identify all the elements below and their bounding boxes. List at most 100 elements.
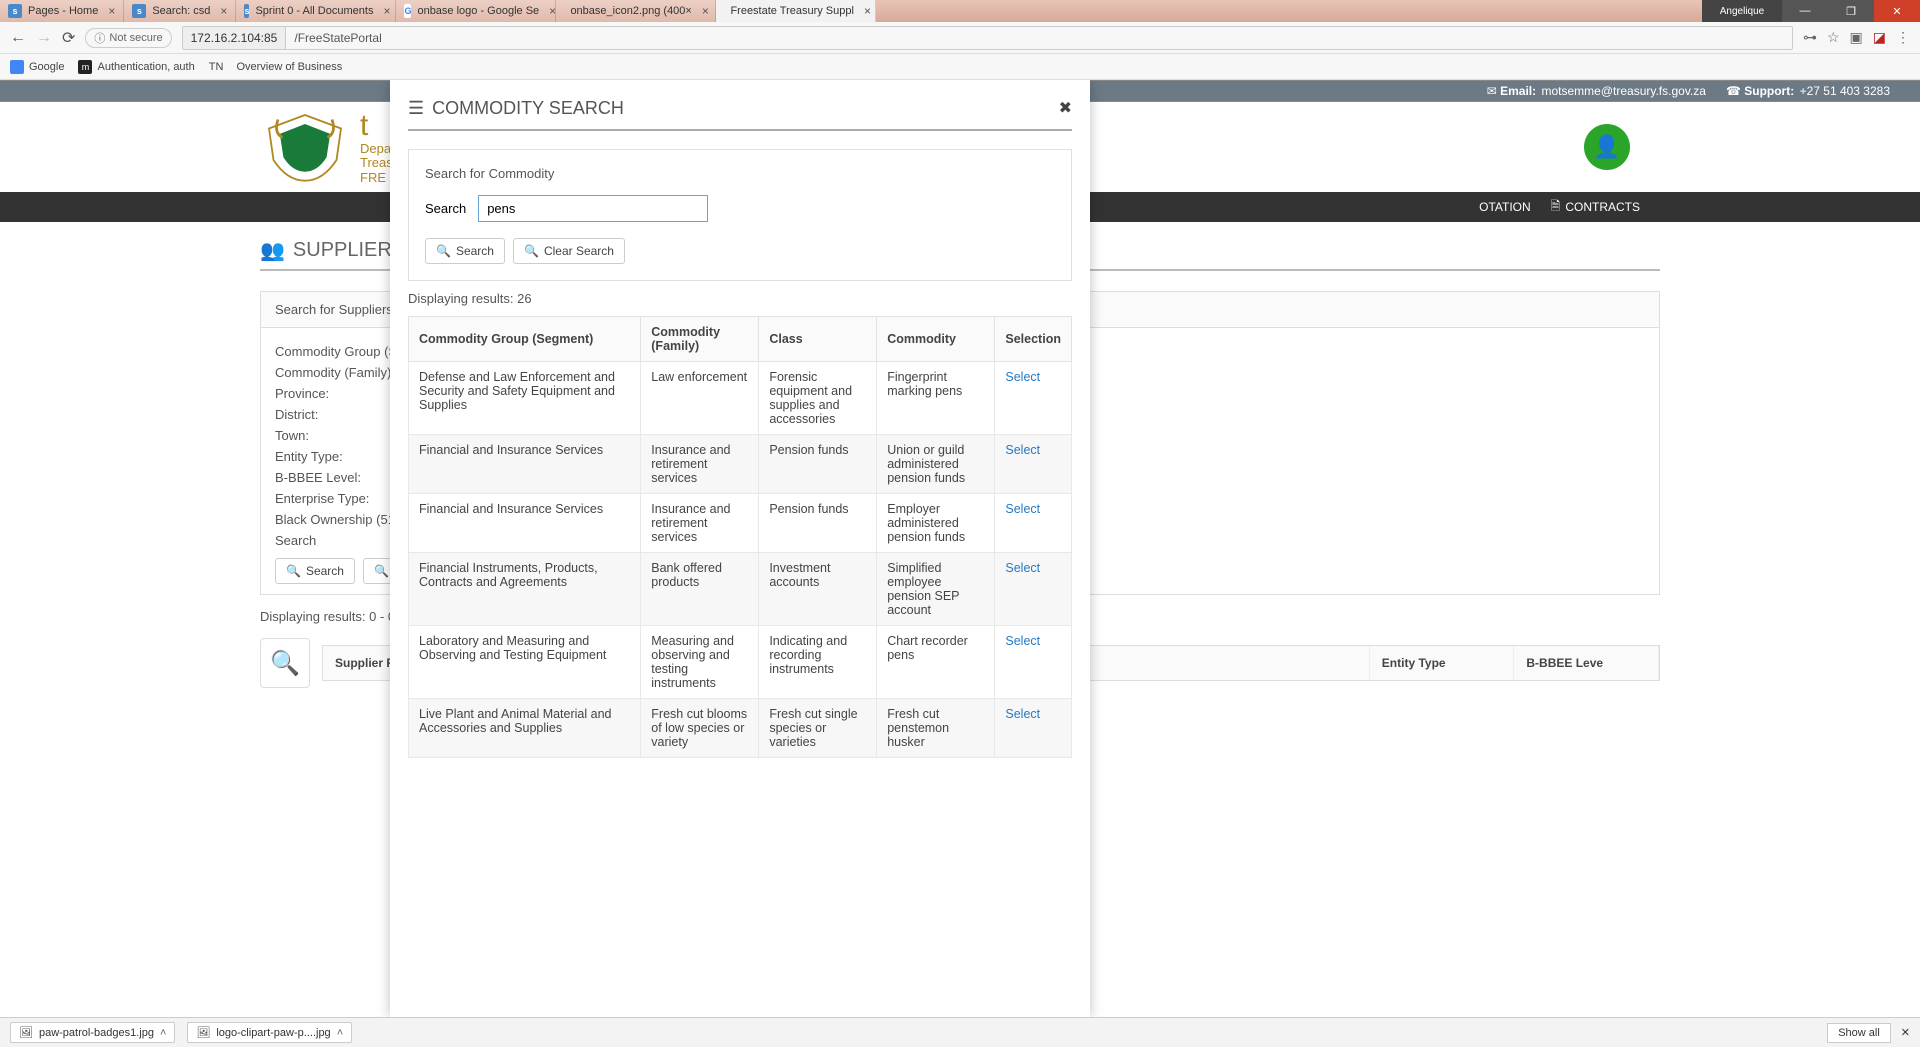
button-label: Show all <box>1838 1027 1880 1039</box>
cell-select: Select <box>995 553 1072 626</box>
bookmark-item[interactable]: TN Overview of Business <box>209 61 343 73</box>
commodity-search-input[interactable] <box>478 195 708 222</box>
modal-title-text: COMMODITY SEARCH <box>432 98 624 119</box>
select-link[interactable]: Select <box>1005 370 1040 384</box>
cell-group: Financial and Insurance Services <box>409 494 641 553</box>
browser-tab[interactable]: onbase_icon2.png (400×× <box>556 0 716 22</box>
modal-rule <box>408 129 1072 131</box>
table-row: Live Plant and Animal Material and Acces… <box>409 699 1072 758</box>
window-restore-button[interactable]: ❐ <box>1828 0 1874 22</box>
sharepoint-icon: s <box>244 4 249 18</box>
cell-select: Select <box>995 699 1072 758</box>
close-icon[interactable]: × <box>702 4 709 18</box>
cell-class: Forensic equipment and supplies and acce… <box>759 362 877 435</box>
info-icon: ⓘ <box>94 30 105 46</box>
chevron-up-icon[interactable]: ˄ <box>160 1027 166 1039</box>
cell-select: Select <box>995 626 1072 699</box>
reload-button[interactable]: ⟳ <box>62 28 75 48</box>
select-link[interactable]: Select <box>1005 707 1040 721</box>
close-icon[interactable]: ✖ <box>1059 98 1072 118</box>
cell-class: Pension funds <box>759 435 877 494</box>
close-icon[interactable]: × <box>864 4 871 18</box>
sharepoint-icon: s <box>8 4 22 18</box>
tab-label: Pages - Home <box>28 5 98 17</box>
star-icon[interactable]: ☆ <box>1827 29 1840 46</box>
table-row: Laboratory and Measuring and Observing a… <box>409 626 1072 699</box>
image-icon: 🖼 <box>19 1026 33 1039</box>
browser-tab-active[interactable]: Freestate Treasury Suppl× <box>716 0 876 22</box>
cell-group: Financial and Insurance Services <box>409 435 641 494</box>
bookmarks-bar: Google m Authentication, auth TN Overview… <box>0 54 1920 80</box>
database-icon: ☰ <box>408 98 424 119</box>
browser-toolbar: ← → ⟳ ⓘ Not secure 172.16.2.104:85 /FreeS… <box>0 22 1920 54</box>
close-icon[interactable]: ✕ <box>1901 1026 1910 1039</box>
cell-commodity: Simplified employee pension SEP account <box>877 553 995 626</box>
select-link[interactable]: Select <box>1005 502 1040 516</box>
cell-family: Insurance and retirement services <box>641 435 759 494</box>
col-commodity-family: Commodity (Family) <box>641 317 759 362</box>
cell-group: Live Plant and Animal Material and Acces… <box>409 699 641 758</box>
download-item[interactable]: 🖼paw-patrol-badges1.jpg˄ <box>10 1022 175 1043</box>
address-bar[interactable]: 172.16.2.104:85 /FreeStatePortal <box>182 26 1793 50</box>
cell-class: Investment accounts <box>759 553 877 626</box>
pdf-icon[interactable]: ◪ <box>1873 29 1886 46</box>
close-icon[interactable]: × <box>383 4 390 18</box>
chevron-up-icon[interactable]: ˄ <box>337 1027 343 1039</box>
modal-title: ☰ COMMODITY SEARCH <box>408 98 1072 119</box>
show-all-button[interactable]: Show all <box>1827 1023 1891 1043</box>
window-minimize-button[interactable]: — <box>1782 0 1828 22</box>
close-icon[interactable]: × <box>220 4 227 18</box>
tab-label: onbase logo - Google Se <box>417 5 539 17</box>
extension-icon[interactable]: ▣ <box>1850 29 1863 46</box>
browser-tab[interactable]: s Search: csd × <box>124 0 236 22</box>
close-icon[interactable]: × <box>549 4 556 18</box>
chrome-user-badge[interactable]: Angelique <box>1702 0 1782 22</box>
security-text: Not secure <box>109 32 162 44</box>
window-close-button[interactable]: ✕ <box>1874 0 1920 22</box>
close-icon[interactable]: × <box>108 4 115 18</box>
search-icon: 🔍 <box>436 244 451 258</box>
tab-label: Search: csd <box>152 5 210 17</box>
modal-search-button[interactable]: 🔍Search <box>425 238 505 264</box>
table-row: Defense and Law Enforcement and Security… <box>409 362 1072 435</box>
forward-button[interactable]: → <box>36 29 52 47</box>
select-link[interactable]: Select <box>1005 443 1040 457</box>
menu-icon[interactable]: ⋮ <box>1896 29 1910 46</box>
browser-tab[interactable]: s Pages - Home × <box>0 0 124 22</box>
select-link[interactable]: Select <box>1005 634 1040 648</box>
url-host: 172.16.2.104:85 <box>183 27 287 49</box>
bookmark-item[interactable]: Google <box>10 60 64 74</box>
download-item[interactable]: 🖼logo-clipart-paw-p....jpg˄ <box>187 1022 352 1043</box>
browser-titlebar: sPages - Home× sSearch: csd× sSprint 0 -… <box>0 0 1920 22</box>
auth-icon: m <box>78 60 92 74</box>
cell-class: Pension funds <box>759 494 877 553</box>
cell-family: Measuring and observing and testing inst… <box>641 626 759 699</box>
cell-group: Laboratory and Measuring and Observing a… <box>409 626 641 699</box>
button-label: Clear Search <box>544 244 614 258</box>
browser-tab[interactable]: sSprint 0 - All Documents× <box>236 0 396 22</box>
browser-tab[interactable]: Gonbase logo - Google Se × <box>396 0 556 22</box>
url-path: /FreeStatePortal <box>286 31 389 45</box>
security-badge[interactable]: ⓘ Not secure <box>85 28 171 48</box>
bookmark-label: Authentication, auth <box>97 61 194 73</box>
user-label: Angelique <box>1720 6 1764 17</box>
bookmark-item[interactable]: m Authentication, auth <box>78 60 194 74</box>
back-button[interactable]: ← <box>10 29 26 47</box>
panel-label: Search for Commodity <box>425 166 1055 181</box>
key-icon[interactable]: ⊶ <box>1803 29 1817 46</box>
select-link[interactable]: Select <box>1005 561 1040 575</box>
modal-clear-button[interactable]: 🔍 Clear Search <box>513 238 625 264</box>
modal-backdrop: ✖ ☰ COMMODITY SEARCH Search for Commodity… <box>0 80 1920 1017</box>
tab-strip: sPages - Home× sSearch: csd× sSprint 0 -… <box>0 0 1702 22</box>
sharepoint-icon: s <box>132 4 146 18</box>
cell-commodity: Union or guild administered pension fund… <box>877 435 995 494</box>
cell-commodity: Employer administered pension funds <box>877 494 995 553</box>
cell-family: Fresh cut blooms of low species or varie… <box>641 699 759 758</box>
page-viewport: ✉ Email: motsemme@treasury.fs.gov.za ☎ S… <box>0 80 1920 1017</box>
cell-class: Fresh cut single species or varieties <box>759 699 877 758</box>
search-icon: 🔍 <box>524 244 539 258</box>
table-row: Financial and Insurance ServicesInsuranc… <box>409 435 1072 494</box>
search-panel: Search for Commodity Search 🔍Search 🔍 Cle… <box>408 149 1072 281</box>
search-label: Search <box>425 201 466 216</box>
google-icon: G <box>404 4 411 18</box>
